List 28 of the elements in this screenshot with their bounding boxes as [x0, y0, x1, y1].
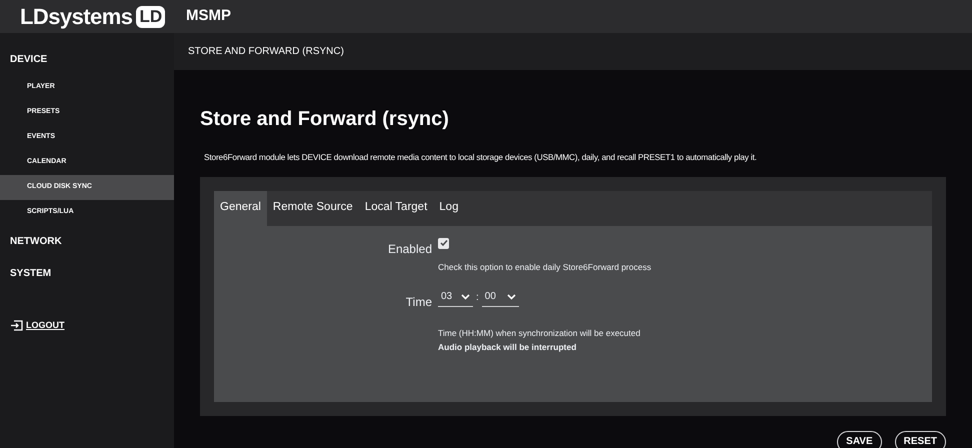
chevron-down-icon	[461, 294, 470, 300]
time-separator: :	[476, 290, 479, 305]
help-text: Check this option to enable daily Store6Forward process	[438, 260, 652, 274]
page-description: Store6Forward module lets DEVICE download remote media content to local storage devices (USB/MMC), daily, and recall PRESET1 to automatically play it.	[204, 151, 758, 164]
page-title: Store and Forward (rsync)	[200, 107, 450, 132]
brand-logo-text: LDsystems	[20, 3, 132, 31]
brand-logo-badge: LD	[136, 6, 166, 28]
warning-text: Audio playback will be interrupted	[438, 341, 578, 354]
app-title: MSMP	[186, 6, 231, 26]
tab[interactable]: Remote Source	[266, 190, 359, 226]
action-button[interactable]: RESET	[894, 430, 946, 448]
hour-select[interactable]: 03	[438, 287, 473, 308]
nav-item[interactable]: SYSTEM	[0, 257, 174, 289]
nav-item[interactable]: DEVICE	[0, 43, 174, 75]
breadcrumb: STORE AND FORWARD (RSYNC)	[188, 45, 344, 59]
tab[interactable]: Log	[433, 190, 464, 226]
tab[interactable]: General	[214, 190, 267, 226]
logout-link[interactable]: LOGOUT	[0, 319, 174, 332]
checkbox[interactable]	[438, 238, 449, 249]
field-label: Time	[404, 294, 433, 312]
field-label: Enabled	[386, 240, 433, 258]
tab[interactable]: Local Target	[358, 190, 434, 226]
nav-item[interactable]: NETWORK	[0, 225, 174, 257]
logout-icon	[10, 320, 23, 332]
chevron-down-icon	[506, 294, 516, 300]
action-button[interactable]: SAVE	[837, 430, 882, 448]
help-text: Time (HH:MM) when synchronization will be executed	[438, 327, 640, 340]
minute-select[interactable]: 00	[482, 287, 519, 308]
